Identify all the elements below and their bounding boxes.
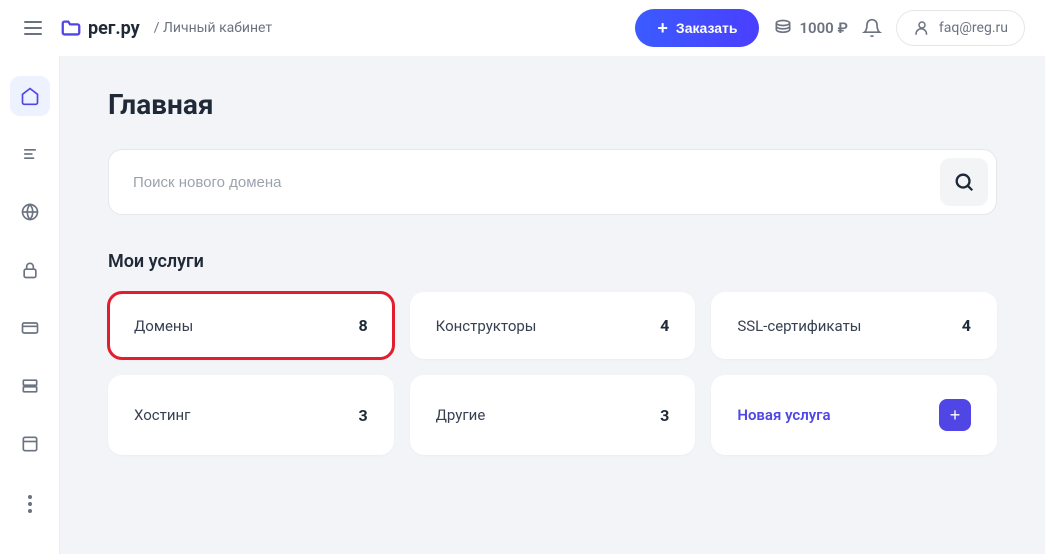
server-icon [20, 376, 40, 396]
app-icon [20, 434, 40, 454]
search-button[interactable] [940, 158, 988, 206]
balance-text: 1000 ₽ [799, 19, 847, 37]
more-icon [28, 495, 32, 513]
search-icon [953, 171, 975, 193]
add-service-button[interactable]: + [939, 399, 971, 431]
card-hosting[interactable]: Хостинг 3 [108, 375, 394, 455]
services-grid: Домены 8 Конструкторы 4 SSL-сертификаты … [108, 292, 997, 455]
card-label: SSL-сертификаты [737, 317, 861, 335]
card-constructors[interactable]: Конструкторы 4 [410, 292, 696, 359]
user-icon [913, 19, 931, 37]
search-bar [108, 149, 997, 215]
coins-icon [773, 18, 793, 38]
card-new-service[interactable]: Новая услуга + [711, 375, 997, 455]
header-left: рег.ру / Личный кабинет [20, 17, 272, 39]
list-icon [20, 144, 40, 164]
plus-icon: + [657, 19, 668, 37]
card-icon [20, 318, 40, 338]
globe-icon [20, 202, 40, 222]
card-ssl[interactable]: SSL-сертификаты 4 [711, 292, 997, 359]
layout: Главная Мои услуги Домены 8 Конструкторы… [0, 56, 1045, 554]
card-label: Домены [134, 317, 193, 335]
lock-icon [20, 260, 40, 280]
order-label: Заказать [676, 20, 738, 36]
sidebar-item-globe[interactable] [10, 192, 50, 232]
user-menu[interactable]: faq@reg.ru [896, 10, 1025, 46]
balance[interactable]: 1000 ₽ [773, 18, 847, 38]
card-count: 8 [358, 316, 367, 335]
section-title: Мои услуги [108, 251, 997, 272]
card-other[interactable]: Другие 3 [410, 375, 696, 455]
sidebar-item-lock[interactable] [10, 250, 50, 290]
page-title: Главная [108, 88, 997, 121]
sidebar-item-card[interactable] [10, 308, 50, 348]
plus-icon: + [950, 405, 961, 426]
order-button[interactable]: + Заказать [635, 9, 759, 47]
bell-icon[interactable] [862, 18, 882, 38]
sidebar-item-more[interactable] [10, 482, 50, 522]
sidebar-item-server[interactable] [10, 366, 50, 406]
card-count: 4 [962, 316, 971, 335]
card-label: Хостинг [134, 406, 190, 424]
card-count: 3 [660, 406, 669, 425]
home-icon [20, 86, 40, 106]
sidebar-item-app[interactable] [10, 424, 50, 464]
search-input[interactable] [133, 174, 940, 191]
sidebar-item-list[interactable] [10, 134, 50, 174]
card-label: Конструкторы [436, 317, 537, 335]
sidebar [0, 56, 60, 554]
logo[interactable]: рег.ру [60, 17, 140, 39]
menu-toggle[interactable] [20, 17, 46, 39]
sidebar-item-home[interactable] [10, 76, 50, 116]
header: рег.ру / Личный кабинет + Заказать 1000 … [0, 0, 1045, 56]
breadcrumb: / Личный кабинет [154, 20, 272, 36]
card-label: Другие [436, 406, 486, 424]
folder-icon [60, 17, 82, 39]
card-count: 3 [358, 406, 367, 425]
main: Главная Мои услуги Домены 8 Конструкторы… [60, 56, 1045, 554]
logo-text: рег.ру [88, 18, 140, 39]
header-right: + Заказать 1000 ₽ faq@reg.ru [635, 9, 1025, 47]
card-domains[interactable]: Домены 8 [108, 292, 394, 359]
user-email: faq@reg.ru [939, 20, 1008, 36]
card-count: 4 [660, 316, 669, 335]
card-label: Новая услуга [737, 406, 830, 424]
